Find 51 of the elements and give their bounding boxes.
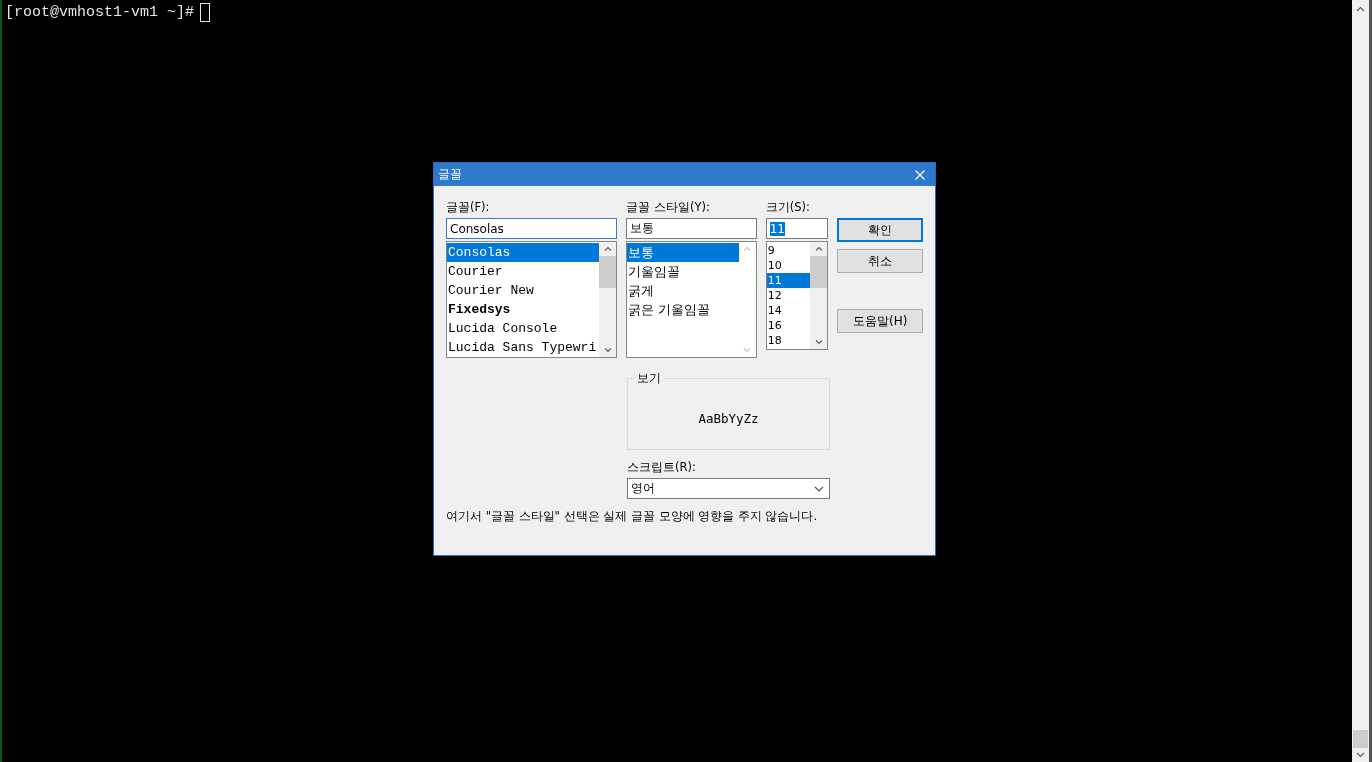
- scroll-down-icon[interactable]: [814, 340, 823, 345]
- scroll-up-icon[interactable]: [603, 246, 612, 251]
- list-item[interactable]: 18: [766, 333, 811, 348]
- scroll-thumb[interactable]: [599, 256, 617, 288]
- dialog-button[interactable]: 확인: [837, 218, 923, 242]
- style-list[interactable]: 보통 기울임꼴 굵게 굵은 기울임꼴: [626, 241, 757, 358]
- script-dropdown[interactable]: 영어: [627, 478, 830, 499]
- note-text: 여기서 "글꼴 스타일" 선택은 실제 글꼴 모양에 영향을 주지 않습니다.: [446, 509, 819, 524]
- list-item[interactable]: 12: [766, 288, 811, 303]
- list-item[interactable]: 보통: [627, 243, 739, 262]
- text-field[interactable]: 11: [765, 218, 829, 239]
- list-item[interactable]: Fixedsys: [447, 300, 600, 319]
- field-label: 글꼴 스타일(Y):: [626, 200, 711, 214]
- list-item[interactable]: Courier: [447, 262, 600, 281]
- list-item[interactable]: Lucida Sans Typewri: [447, 338, 600, 357]
- dialog-button[interactable]: 도움말(H): [837, 309, 923, 333]
- field-label: 글꼴(F):: [446, 200, 491, 214]
- text-field[interactable]: 보통: [626, 218, 757, 239]
- scroll-up-icon[interactable]: [1356, 6, 1365, 12]
- scrollbar[interactable]: [1352, 0, 1369, 762]
- list-item[interactable]: Lucida Console: [447, 319, 600, 338]
- list-item[interactable]: Consolas: [447, 243, 600, 262]
- list-item[interactable]: Courier New: [447, 281, 600, 300]
- list-item[interactable]: 기울임꼴: [627, 262, 739, 281]
- scroll-thumb[interactable]: [810, 256, 828, 288]
- list-item[interactable]: 14: [766, 303, 811, 318]
- list-item[interactable]: 굵게: [627, 281, 739, 300]
- text-field[interactable]: Consolas: [446, 218, 618, 239]
- list-item[interactable]: 11: [766, 273, 811, 288]
- scroll-down-icon[interactable]: [603, 348, 612, 353]
- terminal-prompt: [root@vmhost1-vm1 ~]#: [5, 4, 195, 21]
- field-label: 스크립트(R):: [627, 460, 697, 474]
- terminal-cursor: [200, 3, 211, 22]
- list-item[interactable]: 9: [766, 243, 811, 258]
- scroll-down-icon[interactable]: [1356, 752, 1365, 758]
- list-item[interactable]: 굵은 기울임꼴: [627, 300, 739, 319]
- size-list[interactable]: 9 10 11 12 14 16 18: [765, 241, 829, 350]
- list-scrollbar[interactable]: [810, 242, 828, 349]
- group-label: 보기: [634, 371, 664, 386]
- preview-sample: AaBbYyZz: [698, 410, 759, 426]
- font-list[interactable]: Consolas Courier Courier New Fixedsys Lucida Console Lucida Sans Typewri: [446, 241, 618, 358]
- field-label: 크기(S):: [765, 200, 811, 214]
- window-title: 글꼴: [438, 166, 462, 183]
- chevron-down-icon[interactable]: [814, 485, 824, 492]
- scroll-up-icon[interactable]: [814, 246, 823, 251]
- list-item[interactable]: 10: [766, 258, 811, 273]
- close-icon[interactable]: [915, 169, 925, 180]
- scroll-thumb[interactable]: [1353, 730, 1368, 748]
- list-scrollbar[interactable]: [599, 242, 617, 357]
- list-item[interactable]: 16: [766, 318, 811, 333]
- dialog-button[interactable]: 취소: [837, 249, 923, 273]
